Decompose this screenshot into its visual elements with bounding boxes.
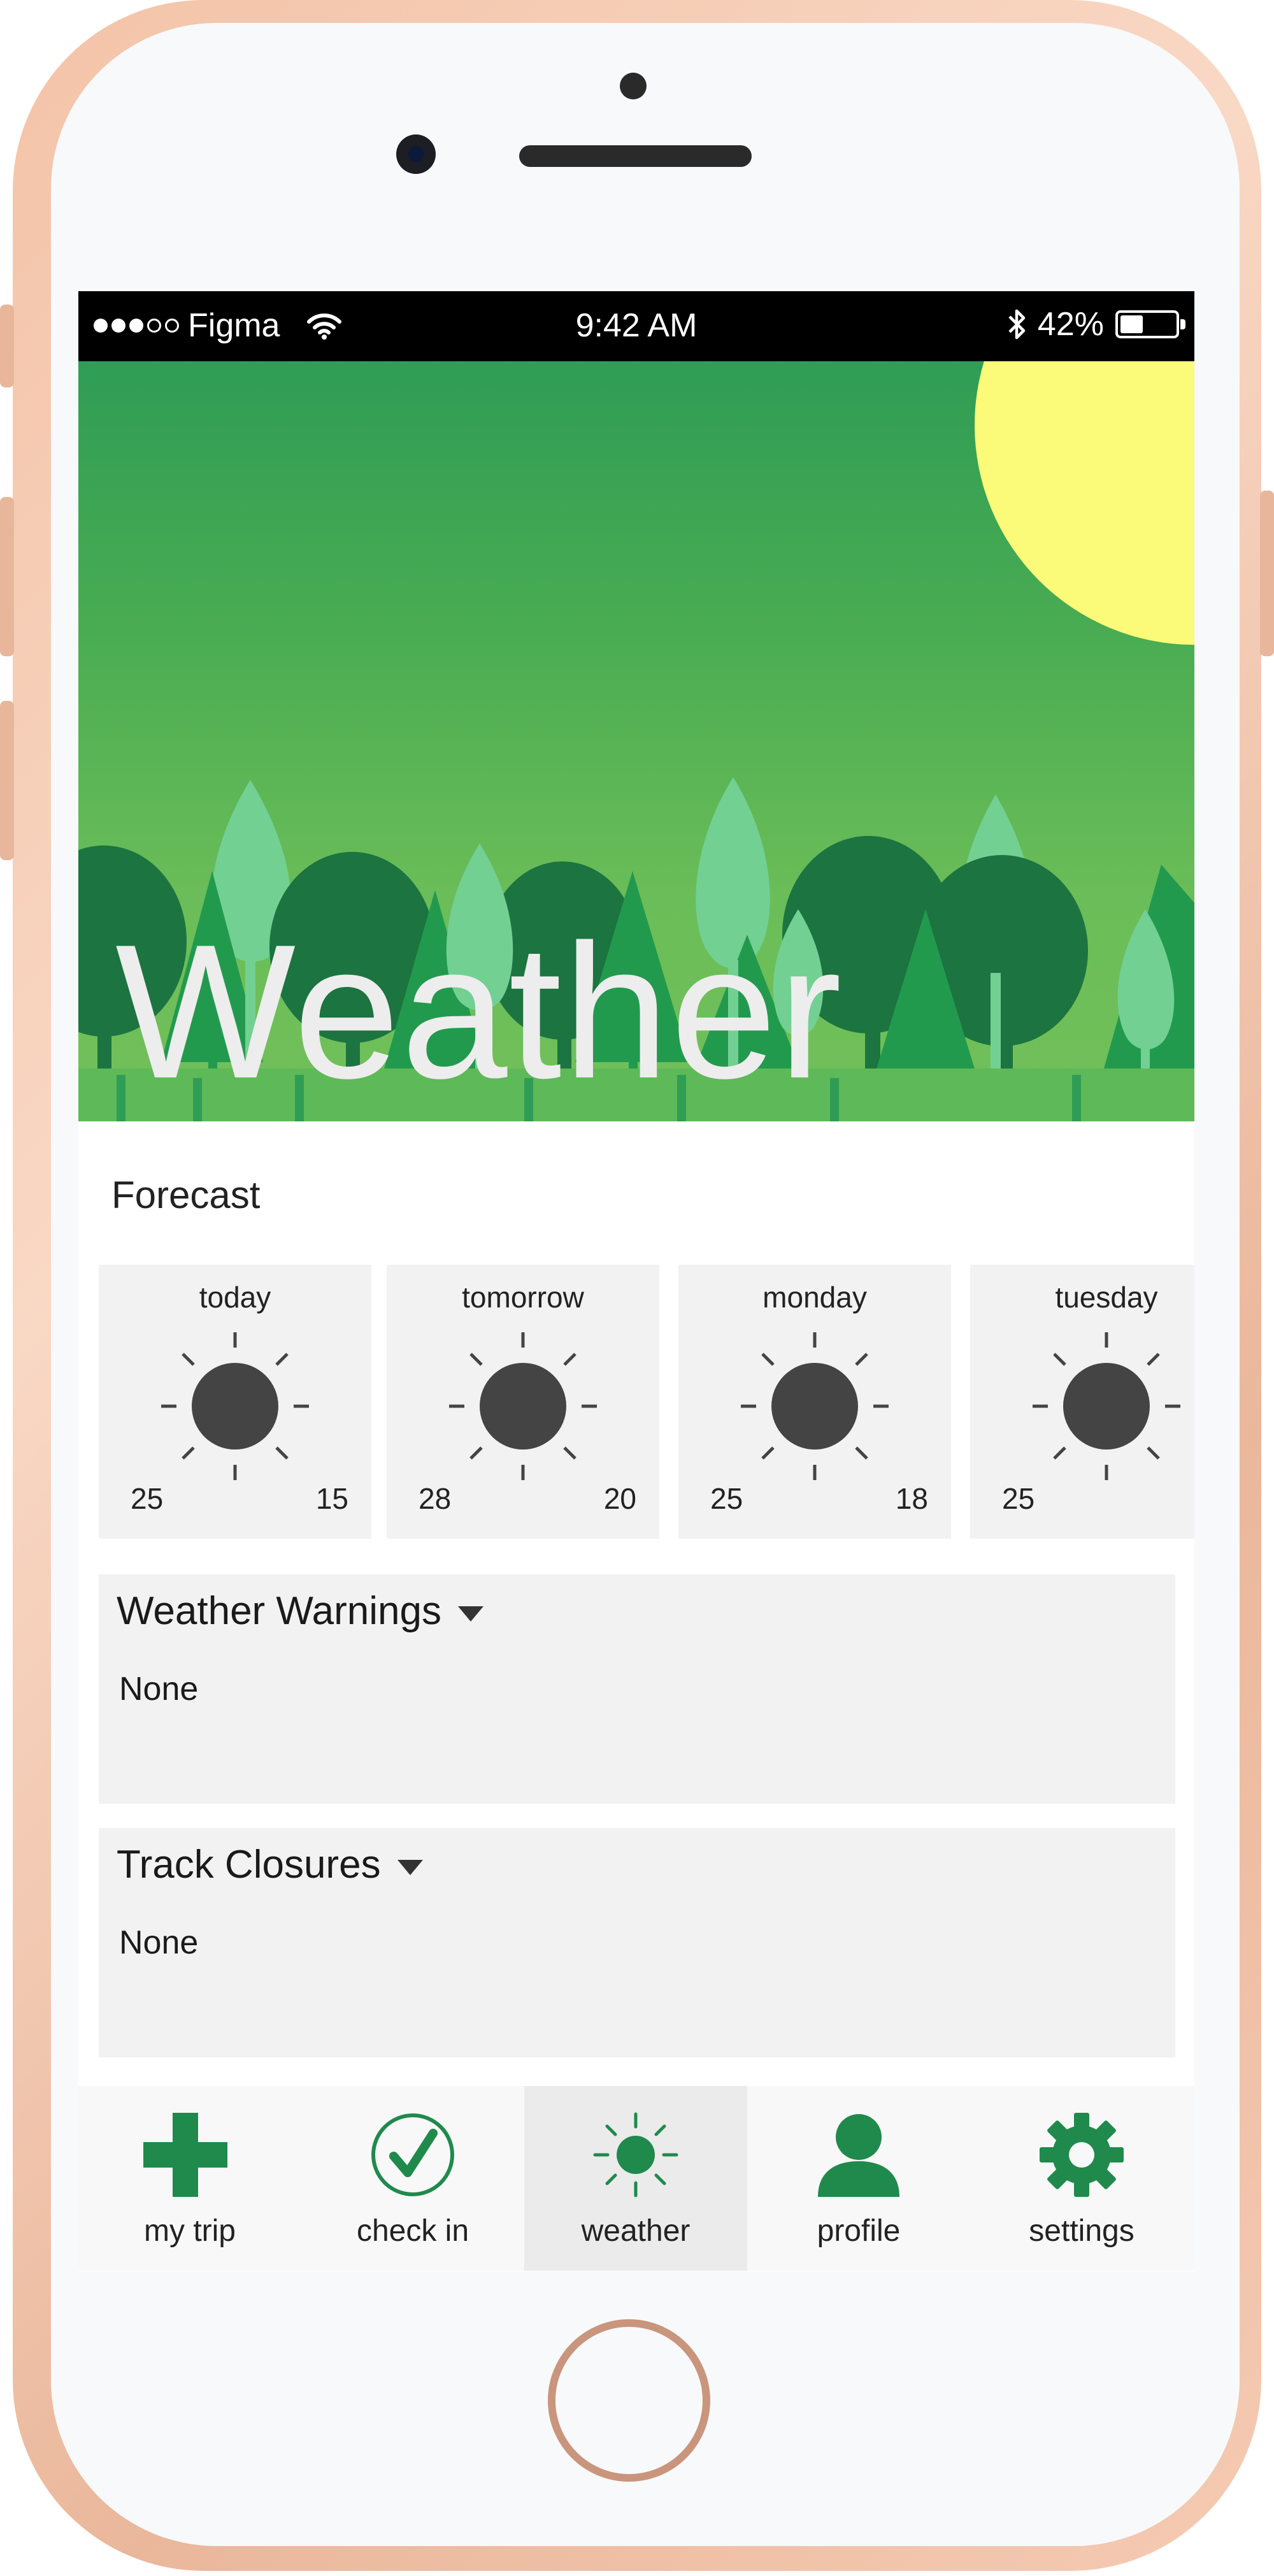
track-closures-toggle[interactable]: Track Closures	[117, 1842, 423, 1887]
sun-illustration	[975, 361, 1194, 645]
sun-ray	[469, 1446, 483, 1460]
sun-icon	[161, 1332, 309, 1480]
tab-label: profile	[817, 2214, 901, 2248]
caret-down-icon	[458, 1606, 483, 1622]
forecast-card-tuesday[interactable]: tuesday 25	[970, 1265, 1194, 1539]
day-name: monday	[762, 1281, 867, 1314]
sun-ray	[1147, 1446, 1160, 1460]
status-bar: Figma 9:42 AM 42%	[78, 291, 1194, 361]
power-button	[1260, 491, 1274, 656]
tab-label: check in	[356, 2214, 469, 2248]
sun-ray	[563, 1353, 576, 1366]
sun-icon	[1033, 1332, 1180, 1480]
forecast-card-tomorrow[interactable]: tomorrow 28 20	[387, 1265, 659, 1539]
temp-high: 25	[1002, 1482, 1035, 1515]
sun-ray	[855, 1446, 868, 1460]
tab-my-trip[interactable]: my trip	[78, 2086, 301, 2271]
sun-icon	[593, 2112, 678, 2198]
tab-weather[interactable]: weather	[524, 2086, 747, 2271]
forecast-card-monday[interactable]: monday 25 18	[678, 1265, 951, 1539]
tab-settings[interactable]: settings	[970, 2086, 1193, 2271]
day-name: today	[199, 1281, 271, 1314]
weather-warnings-toggle[interactable]: Weather Warnings	[117, 1588, 483, 1634]
tab-label: weather	[581, 2214, 691, 2248]
temp-low: 18	[895, 1482, 928, 1515]
app-screen: Figma 9:42 AM 42% Weather Forecast today…	[78, 291, 1194, 2271]
weather-warnings-title: Weather Warnings	[117, 1589, 441, 1633]
sun-ray	[761, 1446, 775, 1460]
sun-ray	[182, 1446, 195, 1460]
day-name: tuesday	[1055, 1281, 1158, 1314]
tab-bar: my trip check in weather profile setting…	[78, 2086, 1194, 2271]
gear-icon	[1040, 2113, 1124, 2197]
hero-banner: Weather	[78, 361, 1194, 1121]
weather-warnings-value: None	[119, 1671, 199, 1708]
volume-down-button	[0, 701, 14, 860]
sun-ray	[275, 1353, 289, 1366]
weather-warnings-panel: Weather Warnings None	[99, 1574, 1175, 1804]
plus-icon	[143, 2113, 227, 2197]
sun-icon	[449, 1332, 597, 1480]
tab-profile[interactable]: profile	[747, 2086, 970, 2271]
sun-ray	[182, 1353, 195, 1366]
sun-ray	[761, 1353, 775, 1366]
day-name: tomorrow	[462, 1281, 584, 1314]
track-closures-title: Track Closures	[117, 1843, 381, 1887]
tab-check-in[interactable]: check in	[301, 2086, 524, 2271]
proximity-sensor	[620, 73, 647, 99]
bluetooth-icon	[1008, 309, 1026, 340]
temp-high: 25	[710, 1482, 743, 1515]
sun-ray	[1053, 1353, 1066, 1366]
sun-ray	[563, 1446, 576, 1460]
temp-high: 25	[131, 1482, 164, 1515]
sun-ray	[275, 1446, 289, 1460]
sun-ray	[855, 1353, 868, 1366]
tab-label: settings	[1029, 2214, 1134, 2248]
forecast-heading: Forecast	[111, 1174, 261, 1216]
track-closures-panel: Track Closures None	[99, 1828, 1175, 2057]
forecast-carousel[interactable]: today 25 15 tomorrow 28 20 monday 25 18 …	[99, 1265, 1194, 1539]
volume-up-button	[0, 497, 14, 656]
sun-ray	[1147, 1353, 1160, 1366]
caret-down-icon	[397, 1859, 423, 1875]
sun-ray	[1053, 1446, 1066, 1460]
tab-label: my trip	[144, 2214, 236, 2248]
person-icon	[818, 2114, 899, 2197]
home-button[interactable]	[548, 2319, 710, 2482]
battery-fill	[1120, 315, 1143, 333]
battery-icon	[1115, 310, 1185, 338]
temp-low: 15	[315, 1482, 348, 1515]
checkmark-circle-icon	[371, 2113, 454, 2196]
status-right: 42%	[1007, 305, 1185, 343]
page-title: Weather	[115, 904, 843, 1118]
forecast-card-today[interactable]: today 25 15	[99, 1265, 371, 1539]
temp-high: 28	[419, 1482, 452, 1515]
battery-percent: 42%	[1037, 306, 1104, 343]
earpiece-speaker	[519, 145, 752, 167]
sun-icon	[741, 1332, 889, 1480]
track-closures-value: None	[119, 1924, 199, 1961]
mute-switch	[0, 305, 14, 387]
temp-low: 20	[603, 1482, 636, 1515]
front-camera	[396, 134, 436, 174]
sun-ray	[469, 1353, 483, 1366]
